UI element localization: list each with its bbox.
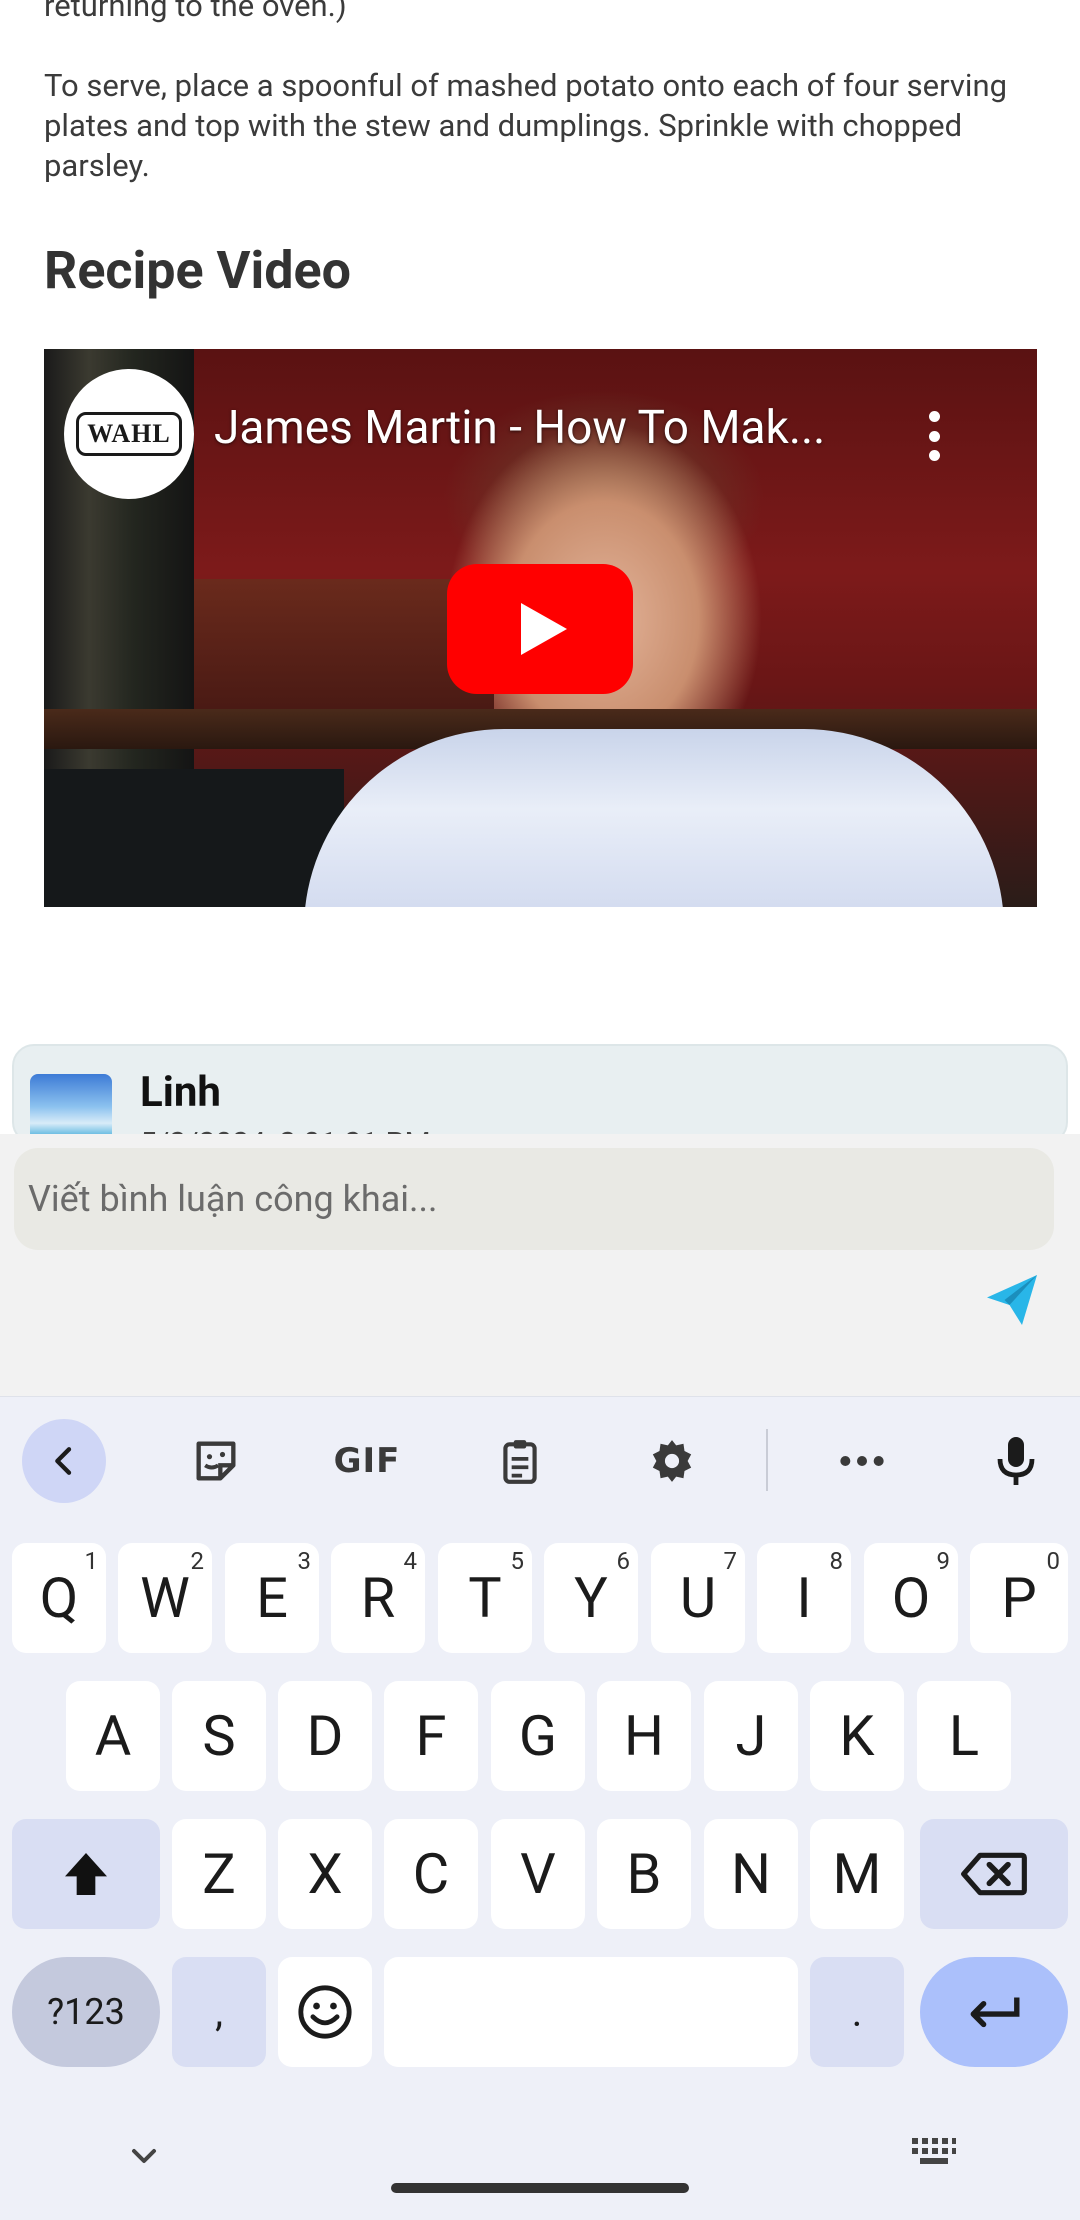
home-indicator[interactable]	[391, 2183, 689, 2193]
recipe-video-heading: Recipe Video	[44, 240, 351, 301]
send-icon[interactable]	[982, 1270, 1042, 1330]
key-z[interactable]: Z	[172, 1819, 266, 1929]
comment-composer	[0, 1134, 1080, 1396]
emoji-key[interactable]	[278, 1957, 372, 2067]
screen: returning to the oven.) To serve, place …	[0, 0, 1080, 2220]
comment-input[interactable]	[14, 1148, 1054, 1250]
sticker-icon[interactable]	[176, 1419, 256, 1503]
channel-avatar[interactable]: WAHL	[64, 369, 194, 499]
emoji-icon	[298, 1985, 352, 2039]
gif-label: GIF	[333, 1441, 401, 1481]
key-y[interactable]: Y6	[544, 1543, 638, 1653]
backspace-key[interactable]	[920, 1819, 1068, 1929]
video-thumbnail-bg	[304, 729, 1004, 907]
shift-key[interactable]	[12, 1819, 160, 1929]
key-w[interactable]: W2	[118, 1543, 212, 1653]
key-p[interactable]: P0	[970, 1543, 1068, 1653]
period-key[interactable]: .	[810, 1957, 904, 2067]
comma-key[interactable]: ,	[172, 1957, 266, 2067]
comment-card: Linh 5/3/2024, 3:01:21 PM	[12, 1044, 1068, 1144]
key-s[interactable]: S	[172, 1681, 266, 1791]
shift-icon	[65, 1853, 107, 1895]
video-thumbnail-bg	[44, 769, 344, 907]
key-i[interactable]: I8	[757, 1543, 851, 1653]
gif-button[interactable]: GIF	[322, 1419, 412, 1503]
space-key[interactable]	[384, 1957, 798, 2067]
key-c[interactable]: C	[384, 1819, 478, 1929]
key-b[interactable]: B	[597, 1819, 691, 1929]
enter-key[interactable]	[920, 1957, 1068, 2067]
key-o[interactable]: O9	[864, 1543, 958, 1653]
key-l[interactable]: L	[917, 1681, 1011, 1791]
key-q[interactable]: Q1	[12, 1543, 106, 1653]
enter-icon	[970, 1997, 1020, 2028]
key-v[interactable]: V	[491, 1819, 585, 1929]
key-d[interactable]: D	[278, 1681, 372, 1791]
key-e[interactable]: E3	[225, 1543, 319, 1653]
serve-instructions: To serve, place a spoonful of mashed pot…	[44, 67, 1007, 184]
key-h[interactable]: H	[597, 1681, 691, 1791]
key-t[interactable]: T5	[438, 1543, 532, 1653]
key-n[interactable]: N	[704, 1819, 798, 1929]
comment-author: Linh	[140, 1068, 221, 1117]
more-horiz-icon[interactable]	[822, 1419, 902, 1503]
key-x[interactable]: X	[278, 1819, 372, 1929]
video-embed[interactable]: WAHL James Martin - How To Mak...	[44, 349, 1037, 907]
key-r[interactable]: R4	[331, 1543, 425, 1653]
more-vert-icon[interactable]	[924, 411, 944, 461]
soft-keyboard: GIF Q1 W2 E3 R4 T5 Y6 U7 I8 O9 P0 A S D …	[0, 1396, 1080, 2220]
keyboard-nav-row	[0, 2112, 1080, 2220]
youtube-play-icon[interactable]	[447, 564, 633, 694]
key-f[interactable]: F	[384, 1681, 478, 1791]
chevron-down-icon[interactable]	[124, 2136, 164, 2176]
article-partial-text: returning to the oven.)	[44, 0, 347, 24]
video-title[interactable]: James Martin - How To Mak...	[214, 401, 854, 455]
clipboard-icon[interactable]	[480, 1419, 560, 1503]
backspace-icon	[961, 1852, 1027, 1896]
channel-logo-text: WAHL	[76, 412, 182, 456]
key-j[interactable]: J	[704, 1681, 798, 1791]
key-k[interactable]: K	[810, 1681, 904, 1791]
key-a[interactable]: A	[66, 1681, 160, 1791]
key-g[interactable]: G	[491, 1681, 585, 1791]
keyboard-icon[interactable]	[910, 2136, 958, 2176]
mic-icon[interactable]	[976, 1419, 1056, 1503]
symbols-key[interactable]: ?123	[12, 1957, 160, 2067]
chevron-left-icon[interactable]	[22, 1419, 106, 1503]
gear-icon[interactable]	[632, 1419, 712, 1503]
toolbar-divider	[766, 1429, 768, 1491]
key-m[interactable]: M	[810, 1819, 904, 1929]
key-u[interactable]: U7	[651, 1543, 745, 1653]
